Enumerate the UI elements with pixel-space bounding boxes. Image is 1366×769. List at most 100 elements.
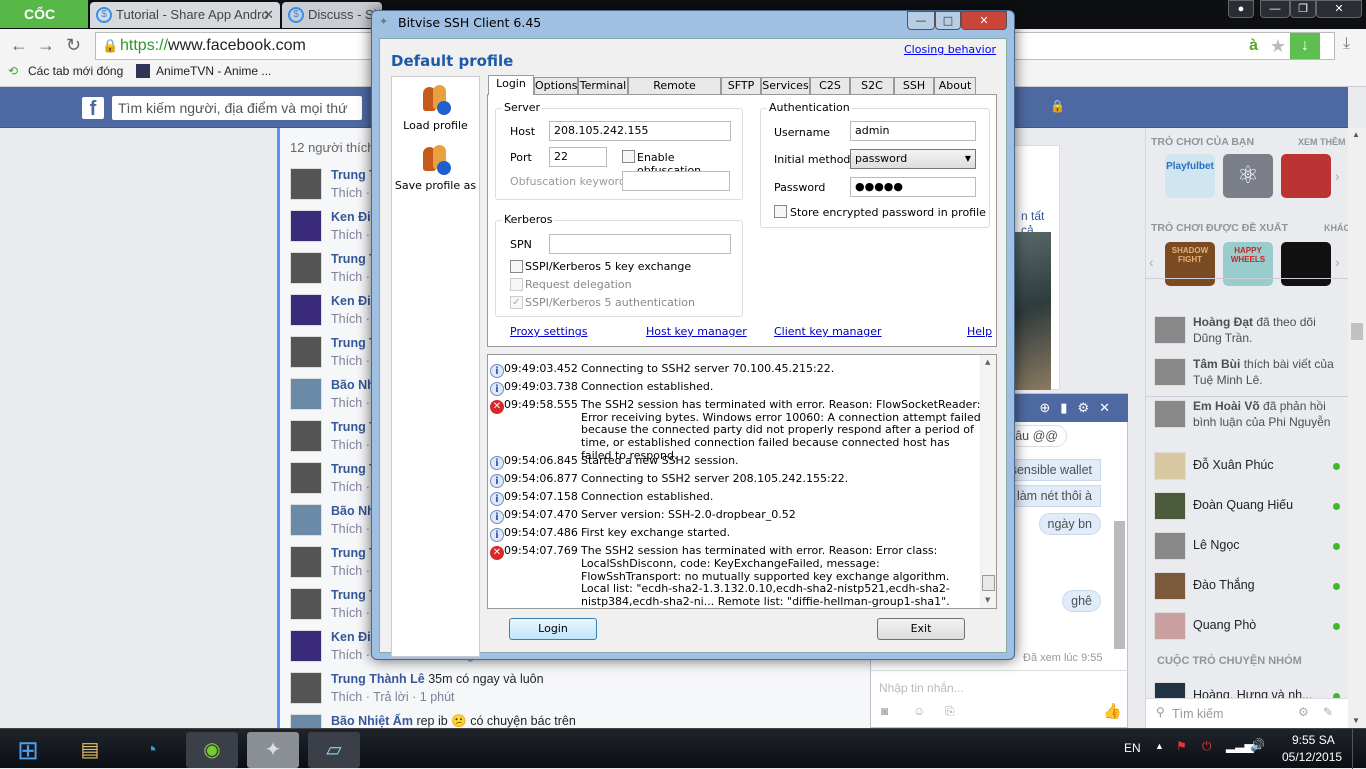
- comment-actions[interactable]: Thích ·: [331, 186, 370, 200]
- camera-icon[interactable]: ◙: [881, 704, 888, 718]
- ticker-item[interactable]: Em Hoài Võ đã phản hồi bình luận của Phi…: [1154, 398, 1344, 428]
- commenter-name[interactable]: Trung Thành Lê 35m có ngay và luôn: [331, 672, 544, 686]
- gear-icon[interactable]: ⚙: [1298, 705, 1309, 719]
- obfuscation-keyword-input[interactable]: [622, 171, 730, 191]
- bitvise-icon[interactable]: ✦: [247, 732, 299, 768]
- scroll-thumb[interactable]: [1351, 323, 1363, 340]
- clock-time[interactable]: 9:55 SA: [1292, 733, 1335, 747]
- coccoc-updater-icon[interactable]: ◔: [125, 732, 177, 768]
- game-happy-wheels[interactable]: HAPPY WHEELS: [1223, 242, 1273, 286]
- scroll-up-icon[interactable]: ▲: [1352, 130, 1360, 139]
- bookmark-animetvn[interactable]: AnimeTVN - Anime ...: [156, 64, 271, 78]
- page-scrollbar[interactable]: ▲ ▼: [1348, 128, 1366, 728]
- action-center-icon[interactable]: ⚑: [1176, 739, 1187, 753]
- port-input[interactable]: 22: [549, 147, 607, 167]
- facebook-logo[interactable]: f: [82, 97, 104, 120]
- back-icon[interactable]: ←: [10, 35, 28, 56]
- tab-options[interactable]: Options: [534, 77, 578, 95]
- comment-actions[interactable]: Thích ·: [331, 354, 370, 368]
- star-icon[interactable]: ★: [1270, 33, 1286, 59]
- likes-count[interactable]: 12 người thích: [290, 140, 374, 155]
- game-playfulbet[interactable]: Playfulbet: [1165, 154, 1215, 198]
- contact-item[interactable]: Đoàn Quang Hiếu: [1154, 490, 1344, 530]
- tab-sftp[interactable]: SFTP: [721, 77, 761, 95]
- explorer-icon[interactable]: ▤: [64, 732, 116, 768]
- host-key-manager-link[interactable]: Host key manager: [646, 325, 747, 338]
- tab-about[interactable]: About: [934, 77, 976, 95]
- commenter-avatar[interactable]: [290, 672, 322, 704]
- commenter-avatar[interactable]: [290, 504, 322, 536]
- load-profile-button[interactable]: Load profile: [392, 85, 479, 132]
- help-link[interactable]: Help: [967, 325, 992, 338]
- spn-input[interactable]: [549, 234, 731, 254]
- commenter-avatar[interactable]: [290, 420, 322, 452]
- comment-actions[interactable]: Thích ·: [331, 480, 370, 494]
- commenter-name[interactable]: Trung T: [331, 168, 377, 182]
- commenter-name[interactable]: Trung T: [331, 546, 377, 560]
- clock-date[interactable]: 05/12/2015: [1282, 750, 1342, 764]
- commenter-name[interactable]: Bão Nh: [331, 378, 375, 392]
- contact-item[interactable]: Đỗ Xuân Phúc: [1154, 450, 1344, 490]
- facebook-search-input[interactable]: Tìm kiếm người, địa điểm và mọi thứ: [112, 96, 362, 120]
- notepad-icon[interactable]: ▱: [308, 732, 360, 768]
- log-scrollbar[interactable]: ▲ ▼: [980, 355, 996, 608]
- game-shadow-fight[interactable]: SHADOW FIGHT: [1165, 242, 1215, 286]
- close-button[interactable]: ✕: [1316, 0, 1362, 18]
- close-icon[interactable]: ✕: [1099, 400, 1120, 415]
- chevron-right-icon[interactable]: ›: [1335, 168, 1340, 184]
- other-games-link[interactable]: KHÁC: [1324, 223, 1350, 233]
- scroll-thumb[interactable]: [982, 575, 995, 591]
- commenter-avatar[interactable]: [290, 462, 322, 494]
- power-icon[interactable]: ⏻: [1202, 739, 1212, 754]
- dialog-maximize-button[interactable]: □: [935, 11, 961, 30]
- commenter-avatar[interactable]: [290, 378, 322, 410]
- comment-actions[interactable]: Thích ·: [331, 270, 370, 284]
- exit-button[interactable]: Exit: [877, 618, 965, 640]
- initial-method-select[interactable]: password ▼: [850, 149, 976, 169]
- login-button[interactable]: Login: [509, 618, 597, 640]
- commenter-avatar[interactable]: [290, 630, 322, 662]
- scroll-down-icon[interactable]: ▼: [1352, 716, 1360, 725]
- tab-ssh[interactable]: SSH: [894, 77, 934, 95]
- comment-actions[interactable]: Thích ·: [331, 606, 370, 620]
- coccoc-logo[interactable]: CỐC CỐC: [0, 0, 88, 50]
- comment-actions[interactable]: Thích ·: [331, 396, 370, 410]
- chevron-right-icon[interactable]: ›: [1335, 254, 1340, 270]
- dialog-close-button[interactable]: ✕: [961, 11, 1007, 30]
- chat-search-bar[interactable]: ⚲ Tìm kiếm ⚙ ✎: [1146, 698, 1349, 728]
- gear-icon[interactable]: ⚙: [1077, 400, 1099, 415]
- start-button[interactable]: ⊞: [4, 732, 52, 768]
- translate-icon[interactable]: à: [1249, 33, 1258, 59]
- tab-remote-desktop[interactable]: Remote Desktop: [628, 77, 721, 108]
- tab-services[interactable]: Services: [761, 77, 810, 95]
- forward-icon[interactable]: →: [37, 35, 55, 56]
- add-friend-icon[interactable]: ⊕: [1039, 400, 1060, 415]
- kerberos-key-exchange-checkbox[interactable]: [510, 260, 523, 273]
- commenter-avatar[interactable]: [290, 252, 322, 284]
- volume-icon[interactable]: 🔊: [1250, 738, 1265, 752]
- tab-discuss[interactable]: $ Discuss - Sh: [282, 2, 382, 28]
- privacy-icon[interactable]: 🔒: [1050, 99, 1065, 113]
- commenter-name[interactable]: Trung T: [331, 252, 377, 266]
- kerberos-auth-checkbox[interactable]: ✓: [510, 296, 523, 309]
- tab-tutorial[interactable]: $ Tutorial - Share App Andro ✕: [90, 2, 280, 28]
- password-input[interactable]: ●●●●●: [850, 177, 976, 197]
- tab-s2c[interactable]: S2C: [850, 77, 894, 95]
- comment-actions[interactable]: Thích · Trả lời · 1 phút: [331, 690, 455, 704]
- commenter-name[interactable]: Trung T: [331, 588, 377, 602]
- reload-icon[interactable]: ↻: [66, 35, 81, 56]
- emoji-icon[interactable]: ☺: [913, 704, 925, 718]
- ticker-item[interactable]: Tâm Bùi thích bài viết của Tuệ Minh Lê.: [1154, 356, 1344, 398]
- download-icon[interactable]: ↓: [1290, 33, 1320, 59]
- scroll-down-icon[interactable]: ▼: [985, 596, 990, 604]
- like-icon[interactable]: 👍: [1103, 702, 1122, 720]
- tab-terminal[interactable]: Terminal: [578, 77, 628, 95]
- minimize-button[interactable]: —: [1260, 0, 1290, 18]
- see-more-link[interactable]: XEM THÊM: [1298, 137, 1346, 147]
- downloads-icon[interactable]: ⤓: [1343, 35, 1350, 53]
- commenter-name[interactable]: Bão Nh: [331, 504, 375, 518]
- closing-behavior-link[interactable]: Closing behavior: [904, 43, 996, 56]
- restore-button[interactable]: ❐: [1290, 0, 1316, 18]
- chat-scrollbar[interactable]: [1114, 521, 1125, 649]
- commenter-avatar[interactable]: [290, 210, 322, 242]
